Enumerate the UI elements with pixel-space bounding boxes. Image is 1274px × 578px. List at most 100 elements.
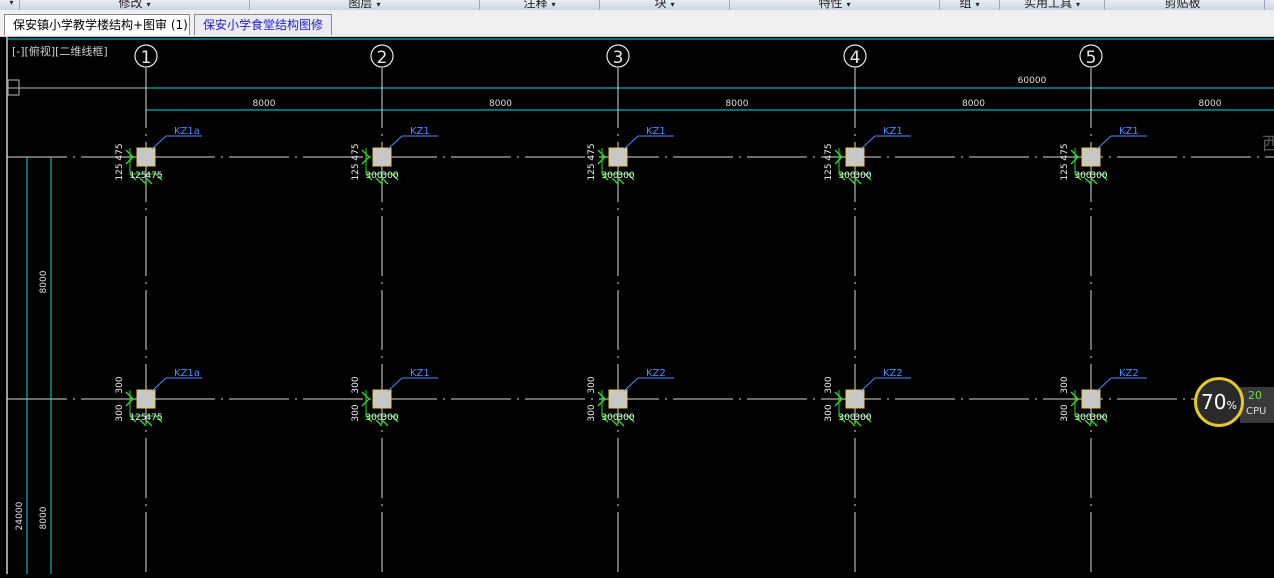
column-tag-leader <box>1096 135 1112 150</box>
column-tag-leader <box>623 377 639 392</box>
ribbon-panel-label: 组 <box>959 0 972 10</box>
ribbon-panel-6[interactable]: 组 ▾ <box>940 0 1000 10</box>
column-tag-leader <box>1096 377 1112 392</box>
bay-dimension-text: 8000 <box>1199 99 1222 109</box>
column-tag-leader <box>151 135 167 150</box>
cpu-monitor-widget[interactable]: 20 CPU 70% <box>1192 375 1274 433</box>
column-tag-leader <box>151 377 167 392</box>
ribbon-panel-0[interactable]: ▾ <box>0 0 20 10</box>
column-dimension-text: 300 <box>854 413 871 423</box>
column-dimension-text: 300 <box>617 171 634 181</box>
chevron-down-icon: ▾ <box>846 0 851 9</box>
structural-column <box>608 147 628 167</box>
ribbon-panel-label: 实用工具 <box>1023 0 1072 10</box>
structural-column <box>845 147 865 167</box>
tab-canteen[interactable]: 保安小学食堂结构图修 <box>194 14 332 35</box>
cpu-usage-ring: 70% <box>1194 377 1244 427</box>
column-dimension-text-vertical: 125 475 <box>1060 143 1070 180</box>
ribbon-panel-2[interactable]: 图层 ▾ <box>250 0 480 10</box>
structural-column <box>372 147 392 167</box>
grid-bubble-label: 5 <box>1086 48 1097 68</box>
column-tag: KZ1a <box>174 126 200 137</box>
column-dimension-text: 300 <box>1074 171 1091 181</box>
column-dimension-text-vertical: 300 <box>1060 376 1070 393</box>
column-dimension-text: 300 <box>838 413 855 423</box>
column-dimension-text: 300 <box>1090 171 1107 181</box>
ribbon-panel-label: 剪贴板 <box>1164 0 1201 10</box>
structural-column <box>608 389 628 409</box>
column-dimension-text-vertical: 300 <box>115 376 125 393</box>
chevron-down-icon: ▾ <box>670 0 675 9</box>
column-dimension-text: 300 <box>365 413 382 423</box>
chevron-down-icon: ▾ <box>975 0 980 9</box>
ribbon-panel-label: 注释 <box>523 0 548 10</box>
column-tag: KZ1 <box>410 126 430 137</box>
bay-dimension-text: 8000 <box>489 99 512 109</box>
column-tag: KZ1 <box>646 126 666 137</box>
column-tag: KZ2 <box>646 368 666 379</box>
ribbon-panel-label: 修改 <box>118 0 143 10</box>
column-tag: KZ1 <box>883 126 903 137</box>
bay-dimension-text: 8000 <box>253 99 276 109</box>
column-dimension-text: 475 <box>145 171 162 181</box>
chevron-down-icon: ▾ <box>1076 0 1081 9</box>
chevron-down-icon: ▾ <box>146 0 151 9</box>
ribbon-panel-5[interactable]: 特性 ▾ <box>730 0 940 10</box>
column-dimension-text: 300 <box>617 413 634 423</box>
cad-drawing: 60000 8000 8000 8000 8000 8000 1 2 3 4 5 8000 8000 24… <box>6 37 1274 574</box>
column-dimension-text: 300 <box>854 171 871 181</box>
column-tag: KZ1a <box>174 368 200 379</box>
column-tag-leader <box>623 135 639 150</box>
structural-column <box>136 147 156 167</box>
document-tab-bar: 保安镇小学教学楼结构+图审 (1) 保安小学食堂结构图修 <box>0 10 1274 37</box>
column-dimension-text-vertical: 125 475 <box>115 143 125 180</box>
ribbon-panel-label: 特性 <box>818 0 843 10</box>
column-dimension-text: 300 <box>601 171 618 181</box>
drawing-canvas[interactable]: 60000 8000 8000 8000 8000 8000 1 2 3 4 5 8000 8000 24… <box>0 37 1274 574</box>
tab-teaching-building[interactable]: 保安镇小学教学楼结构+图审 (1) <box>4 14 190 35</box>
ribbon-panel-3[interactable]: 注释 ▾ <box>480 0 600 10</box>
column-dimension-text: 300 <box>365 171 382 181</box>
bay-dimension-text: 8000 <box>726 99 749 109</box>
structural-column <box>1081 147 1101 167</box>
column-dimension-text-vertical: 300 <box>587 376 597 393</box>
column-dimension-text-vertical: 300 <box>824 376 834 393</box>
column-dimension-text: 300 <box>381 171 398 181</box>
column-tag-leader <box>387 135 403 150</box>
chevron-down-icon: ▾ <box>551 0 556 9</box>
column-dimension-text: 125 <box>129 171 146 181</box>
ribbon-panel-8[interactable]: 剪贴板 <box>1105 0 1265 10</box>
column-dimension-text-vertical: 125 475 <box>587 143 597 180</box>
grid-bubble-label: 2 <box>377 48 388 68</box>
bay-dimension-text: 8000 <box>962 99 985 109</box>
column-dimension-text: 475 <box>145 413 162 423</box>
column-tag: KZ2 <box>1119 368 1139 379</box>
left-dimension-text: 8000 <box>39 270 49 293</box>
chevron-down-icon: ▾ <box>9 0 14 7</box>
ribbon-panel-label: 图层 <box>348 0 373 10</box>
column-dimension-text: 300 <box>381 413 398 423</box>
cpu-percent: 70 <box>1201 390 1227 414</box>
column-dimension-text: 300 <box>1074 413 1091 423</box>
left-total-dimension-text: 24000 <box>15 501 25 530</box>
ribbon-toolbar: ▾ 修改 ▾ 图层 ▾ 注释 ▾ 块 ▾ 特性 ▾ 组 ▾ 实用工具 ▾ 剪贴板 <box>0 0 1274 10</box>
ribbon-panel-1[interactable]: 修改 ▾ <box>20 0 250 10</box>
column-tag-leader <box>860 377 876 392</box>
structural-column <box>372 389 392 409</box>
column-dimension-text-vertical: 125 475 <box>351 143 361 180</box>
column-tag: KZ2 <box>883 368 903 379</box>
structural-column <box>1081 389 1101 409</box>
column-dimension-text-vertical: 300 <box>115 404 125 421</box>
column-dimension-text-vertical: 300 <box>1060 404 1070 421</box>
column-tag-leader <box>860 135 876 150</box>
column-dimension-text-vertical: 300 <box>351 376 361 393</box>
overall-dimension-text: 60000 <box>1018 76 1047 86</box>
edge-text: 西 <box>1262 134 1274 155</box>
ribbon-panel-4[interactable]: 块 ▾ <box>600 0 730 10</box>
column-dimension-text: 125 <box>129 413 146 423</box>
ribbon-panel-7[interactable]: 实用工具 ▾ <box>1000 0 1105 10</box>
column-dimension-text: 300 <box>1090 413 1107 423</box>
cpu-unit: % <box>1226 399 1237 412</box>
viewport-label[interactable]: [-][俯视][二维线框] <box>12 43 108 59</box>
cpu-small-value: 20 <box>1248 389 1262 402</box>
